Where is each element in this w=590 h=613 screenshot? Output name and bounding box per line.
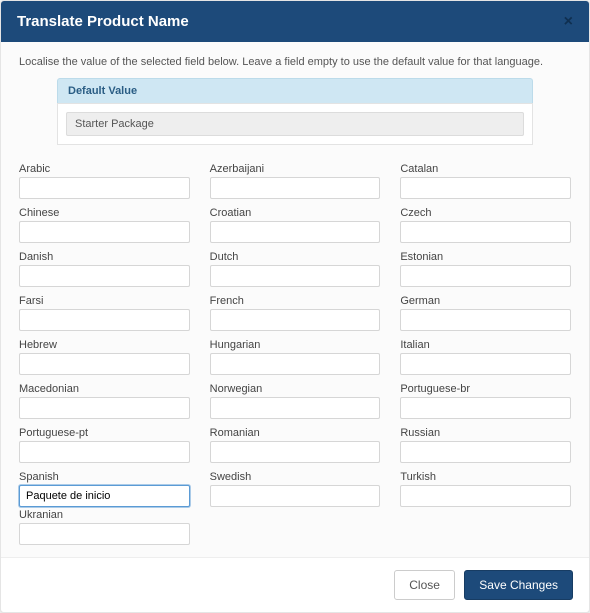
language-input-hebrew[interactable] <box>19 353 190 375</box>
language-field-turkish: Turkish <box>400 471 571 507</box>
language-label-hebrew: Hebrew <box>19 339 190 351</box>
language-label-catalan: Catalan <box>400 163 571 175</box>
language-field-croatian: Croatian <box>210 207 381 243</box>
language-field-hebrew: Hebrew <box>19 339 190 375</box>
modal-footer: Close Save Changes <box>1 557 589 612</box>
language-input-czech[interactable] <box>400 221 571 243</box>
language-field-norwegian: Norwegian <box>210 383 381 419</box>
language-input-chinese[interactable] <box>19 221 190 243</box>
language-label-norwegian: Norwegian <box>210 383 381 395</box>
language-label-italian: Italian <box>400 339 571 351</box>
language-input-macedonian[interactable] <box>19 397 190 419</box>
language-input-russian[interactable] <box>400 441 571 463</box>
language-field-portuguese-pt: Portuguese-pt <box>19 427 190 463</box>
translate-modal: Translate Product Name × Localise the va… <box>0 0 590 613</box>
language-input-romanian[interactable] <box>210 441 381 463</box>
instruction-text: Localise the value of the selected field… <box>19 56 571 68</box>
language-input-croatian[interactable] <box>210 221 381 243</box>
language-label-swedish: Swedish <box>210 471 381 483</box>
language-input-estonian[interactable] <box>400 265 571 287</box>
language-label-farsi: Farsi <box>19 295 190 307</box>
language-field-italian: Italian <box>400 339 571 375</box>
language-field-dutch: Dutch <box>210 251 381 287</box>
language-field-spanish: Spanish <box>19 471 190 507</box>
save-changes-button[interactable]: Save Changes <box>464 570 573 600</box>
language-label-french: French <box>210 295 381 307</box>
language-field-czech: Czech <box>400 207 571 243</box>
default-value-body <box>57 103 533 145</box>
close-icon[interactable]: × <box>564 14 573 30</box>
language-field-portuguese-br: Portuguese-br <box>400 383 571 419</box>
language-input-portuguese-pt[interactable] <box>19 441 190 463</box>
language-label-ukranian: Ukranian <box>19 509 190 521</box>
language-input-dutch[interactable] <box>210 265 381 287</box>
language-field-french: French <box>210 295 381 331</box>
language-field-hungarian: Hungarian <box>210 339 381 375</box>
language-input-german[interactable] <box>400 309 571 331</box>
language-field-swedish: Swedish <box>210 471 381 507</box>
language-field-farsi: Farsi <box>19 295 190 331</box>
language-label-hungarian: Hungarian <box>210 339 381 351</box>
language-field-romanian: Romanian <box>210 427 381 463</box>
language-field-azerbaijani: Azerbaijani <box>210 163 381 199</box>
language-label-russian: Russian <box>400 427 571 439</box>
language-grid: Arabic Azerbaijani Catalan Chinese Croatian C… <box>19 163 571 509</box>
language-field-danish: Danish <box>19 251 190 287</box>
language-input-turkish[interactable] <box>400 485 571 507</box>
language-label-german: German <box>400 295 571 307</box>
language-input-spanish[interactable] <box>19 485 190 507</box>
default-value-input <box>66 112 524 136</box>
language-label-portuguese-br: Portuguese-br <box>400 383 571 395</box>
modal-title: Translate Product Name <box>17 13 189 30</box>
language-input-swedish[interactable] <box>210 485 381 507</box>
modal-header: Translate Product Name × <box>1 1 589 42</box>
language-label-portuguese-pt: Portuguese-pt <box>19 427 190 439</box>
modal-body: Localise the value of the selected field… <box>1 42 589 557</box>
language-input-french[interactable] <box>210 309 381 331</box>
default-value-label: Default Value <box>57 78 533 103</box>
language-field-macedonian: Macedonian <box>19 383 190 419</box>
language-label-turkish: Turkish <box>400 471 571 483</box>
language-label-macedonian: Macedonian <box>19 383 190 395</box>
language-label-czech: Czech <box>400 207 571 219</box>
language-grid-last-row: Ukranian <box>19 509 571 547</box>
language-label-romanian: Romanian <box>210 427 381 439</box>
language-input-catalan[interactable] <box>400 177 571 199</box>
language-label-danish: Danish <box>19 251 190 263</box>
language-label-spanish: Spanish <box>19 471 190 483</box>
language-field-estonian: Estonian <box>400 251 571 287</box>
language-label-estonian: Estonian <box>400 251 571 263</box>
language-label-dutch: Dutch <box>210 251 381 263</box>
language-field-german: German <box>400 295 571 331</box>
language-input-danish[interactable] <box>19 265 190 287</box>
language-input-farsi[interactable] <box>19 309 190 331</box>
default-value-block: Default Value <box>57 78 533 145</box>
language-field-catalan: Catalan <box>400 163 571 199</box>
language-input-arabic[interactable] <box>19 177 190 199</box>
language-input-azerbaijani[interactable] <box>210 177 381 199</box>
language-label-azerbaijani: Azerbaijani <box>210 163 381 175</box>
language-field-russian: Russian <box>400 427 571 463</box>
language-input-italian[interactable] <box>400 353 571 375</box>
language-label-croatian: Croatian <box>210 207 381 219</box>
language-field-arabic: Arabic <box>19 163 190 199</box>
language-input-norwegian[interactable] <box>210 397 381 419</box>
language-input-ukranian[interactable] <box>19 523 190 545</box>
language-field-ukranian: Ukranian <box>19 509 190 545</box>
language-field-chinese: Chinese <box>19 207 190 243</box>
language-input-hungarian[interactable] <box>210 353 381 375</box>
language-input-portuguese-br[interactable] <box>400 397 571 419</box>
language-label-chinese: Chinese <box>19 207 190 219</box>
close-button[interactable]: Close <box>394 570 455 600</box>
language-label-arabic: Arabic <box>19 163 190 175</box>
